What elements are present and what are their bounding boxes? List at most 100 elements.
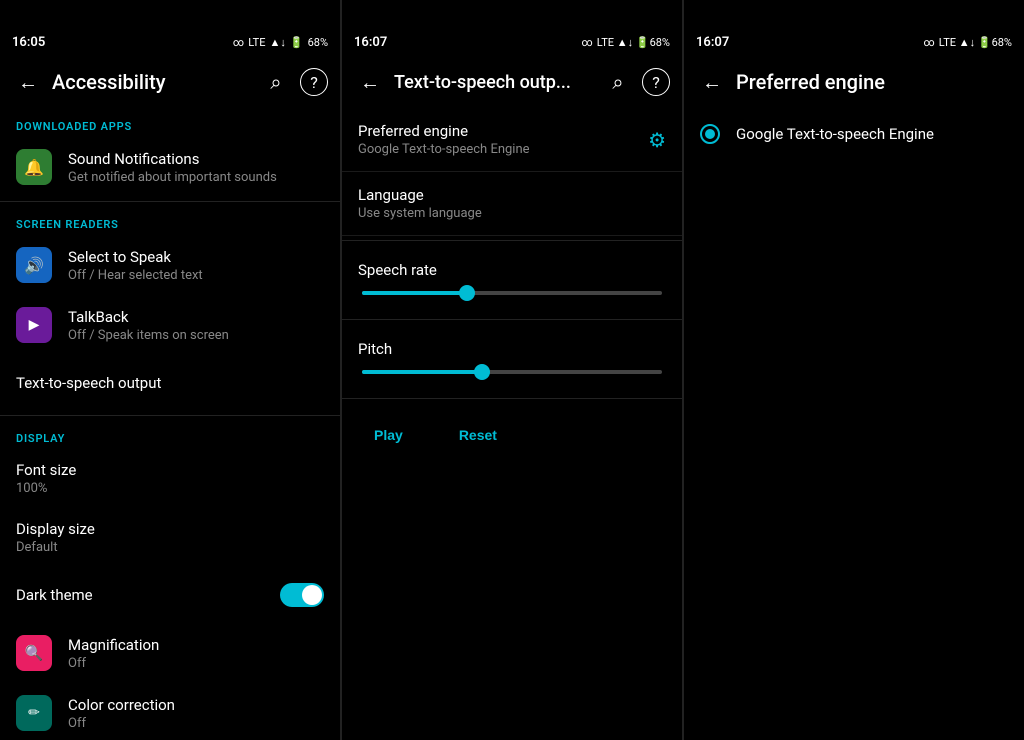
- font-size-text: Font size 100%: [16, 461, 324, 496]
- language-text: Language Use system language: [358, 186, 666, 221]
- link-icon-2: ∞: [581, 36, 592, 49]
- tts-toolbar: ← Text-to-speech outp... ⌕ ?: [342, 56, 682, 108]
- search-button-panel1[interactable]: ⌕: [260, 66, 292, 98]
- speech-rate-slider[interactable]: [362, 291, 662, 295]
- reset-button[interactable]: Reset: [443, 419, 513, 451]
- help-button-panel2[interactable]: ?: [642, 68, 670, 96]
- dark-theme-toggle[interactable]: [280, 583, 324, 607]
- preferred-engine-title: Preferred engine: [358, 122, 636, 140]
- color-correction-icon: ✏: [16, 695, 52, 731]
- status-bar-panel1: 16:05 ∞ LTE ▲↓ 🔋 68%: [0, 28, 340, 56]
- back-button-panel2[interactable]: ←: [354, 66, 386, 98]
- pitch-thumb[interactable]: [474, 364, 490, 380]
- color-correction-subtitle: Off: [68, 716, 324, 731]
- section-header-display: DISPLAY: [0, 420, 340, 449]
- color-correction-item[interactable]: ✏ Color correction Off: [0, 683, 340, 740]
- back-button-panel1[interactable]: ←: [12, 66, 44, 98]
- preferred-engine-setting[interactable]: Preferred engine Google Text-to-speech E…: [342, 108, 682, 172]
- search-button-panel2[interactable]: ⌕: [602, 66, 634, 98]
- magnification-item[interactable]: 🔍 Magnification Off: [0, 623, 340, 683]
- language-setting[interactable]: Language Use system language: [342, 172, 682, 236]
- select-to-speak-item[interactable]: 🔊 Select to Speak Off / Hear selected te…: [0, 235, 340, 295]
- google-tts-radio[interactable]: [700, 124, 720, 144]
- signal-bars: ▲↓: [269, 36, 285, 49]
- battery-icon: 🔋: [290, 36, 304, 49]
- time-panel2: 16:07: [354, 35, 387, 50]
- pitch-section: Pitch: [342, 324, 682, 382]
- preferred-engine-subtitle: Google Text-to-speech Engine: [358, 142, 636, 157]
- section-header-screen-readers: SCREEN READERS: [0, 206, 340, 235]
- talkback-text: TalkBack Off / Speak items on screen: [68, 308, 324, 343]
- talkback-title: TalkBack: [68, 308, 324, 326]
- talkback-subtitle: Off / Speak items on screen: [68, 328, 324, 343]
- google-tts-engine-item[interactable]: Google Text-to-speech Engine: [684, 108, 1024, 160]
- back-button-panel3[interactable]: ←: [696, 66, 728, 98]
- tts-panel: 16:07 ∞ LTE ▲↓ 🔋68% ← Text-to-speech out…: [342, 0, 683, 740]
- divider-2: [0, 415, 340, 416]
- status-bar-panel2: 16:07 ∞ LTE ▲↓ 🔋68%: [342, 28, 682, 56]
- dark-theme-control: [280, 583, 324, 607]
- sound-notifications-item[interactable]: 🔔 Sound Notifications Get notified about…: [0, 137, 340, 197]
- divider-1: [0, 201, 340, 202]
- engine-title: Preferred engine: [736, 70, 1012, 94]
- tts-title: Text-to-speech outp...: [394, 72, 594, 93]
- tts-output-title: Text-to-speech output: [16, 374, 324, 392]
- display-size-text: Display size Default: [16, 520, 324, 555]
- sound-notifications-subtitle: Get notified about important sounds: [68, 170, 324, 185]
- talkback-item[interactable]: ▶ TalkBack Off / Speak items on screen: [0, 295, 340, 355]
- pitch-slider[interactable]: [362, 370, 662, 374]
- magnification-text: Magnification Off: [68, 636, 324, 671]
- accessibility-toolbar: ← Accessibility ⌕ ?: [0, 56, 340, 108]
- google-tts-engine-name: Google Text-to-speech Engine: [736, 125, 934, 143]
- magnification-title: Magnification: [68, 636, 324, 654]
- select-to-speak-subtitle: Off / Hear selected text: [68, 268, 324, 283]
- time-panel1: 16:05: [12, 35, 45, 50]
- accessibility-content: DOWNLOADED APPS 🔔 Sound Notifications Ge…: [0, 108, 340, 740]
- sound-notifications-text: Sound Notifications Get notified about i…: [68, 150, 324, 185]
- display-size-subtitle: Default: [16, 540, 324, 555]
- status-icons-panel3: ∞ LTE ▲↓ 🔋68%: [923, 36, 1012, 49]
- signal-text-2: LTE ▲↓ 🔋68%: [597, 36, 670, 49]
- tts-output-item[interactable]: Text-to-speech output: [0, 355, 340, 411]
- select-to-speak-icon: 🔊: [16, 247, 52, 283]
- link-icon: ∞: [233, 36, 244, 49]
- divider-tts-2: [342, 319, 682, 320]
- speech-rate-label: Speech rate: [358, 261, 666, 279]
- select-to-speak-title: Select to Speak: [68, 248, 324, 266]
- battery-pct: 68%: [308, 36, 328, 49]
- tts-buttons: Play Reset: [342, 403, 682, 467]
- magnification-icon: 🔍: [16, 635, 52, 671]
- divider-tts-1: [342, 240, 682, 241]
- speech-rate-thumb[interactable]: [459, 285, 475, 301]
- display-size-item[interactable]: Display size Default: [0, 508, 340, 567]
- sound-notifications-title: Sound Notifications: [68, 150, 324, 168]
- dark-theme-text: Dark theme: [16, 586, 264, 604]
- color-correction-title: Color correction: [68, 696, 324, 714]
- pitch-label: Pitch: [358, 340, 666, 358]
- engine-panel: 16:07 ∞ LTE ▲↓ 🔋68% ← Preferred engine G…: [684, 0, 1024, 740]
- pitch-fill: [362, 370, 482, 374]
- status-icons-panel2: ∞ LTE ▲↓ 🔋68%: [581, 36, 670, 49]
- status-icons-panel1: ∞ LTE ▲↓ 🔋 68%: [233, 36, 328, 49]
- dark-theme-item[interactable]: Dark theme: [0, 567, 340, 623]
- select-to-speak-text: Select to Speak Off / Hear selected text: [68, 248, 324, 283]
- play-button[interactable]: Play: [358, 419, 419, 451]
- language-subtitle: Use system language: [358, 206, 666, 221]
- font-size-item[interactable]: Font size 100%: [0, 449, 340, 508]
- time-panel3: 16:07: [696, 35, 729, 50]
- speech-rate-fill: [362, 291, 467, 295]
- font-size-title: Font size: [16, 461, 324, 479]
- display-size-title: Display size: [16, 520, 324, 538]
- talkback-icon: ▶: [16, 307, 52, 343]
- magnification-subtitle: Off: [68, 656, 324, 671]
- tts-output-text: Text-to-speech output: [16, 374, 324, 392]
- accessibility-panel: 16:05 ∞ LTE ▲↓ 🔋 68% ← Accessibility ⌕ ?…: [0, 0, 341, 740]
- help-button-panel1[interactable]: ?: [300, 68, 328, 96]
- divider-tts-3: [342, 398, 682, 399]
- status-bar-panel3: 16:07 ∞ LTE ▲↓ 🔋68%: [684, 28, 1024, 56]
- language-title: Language: [358, 186, 666, 204]
- gear-icon[interactable]: ⚙: [648, 128, 666, 152]
- font-size-subtitle: 100%: [16, 481, 324, 496]
- engine-toolbar: ← Preferred engine: [684, 56, 1024, 108]
- accessibility-title: Accessibility: [52, 70, 252, 94]
